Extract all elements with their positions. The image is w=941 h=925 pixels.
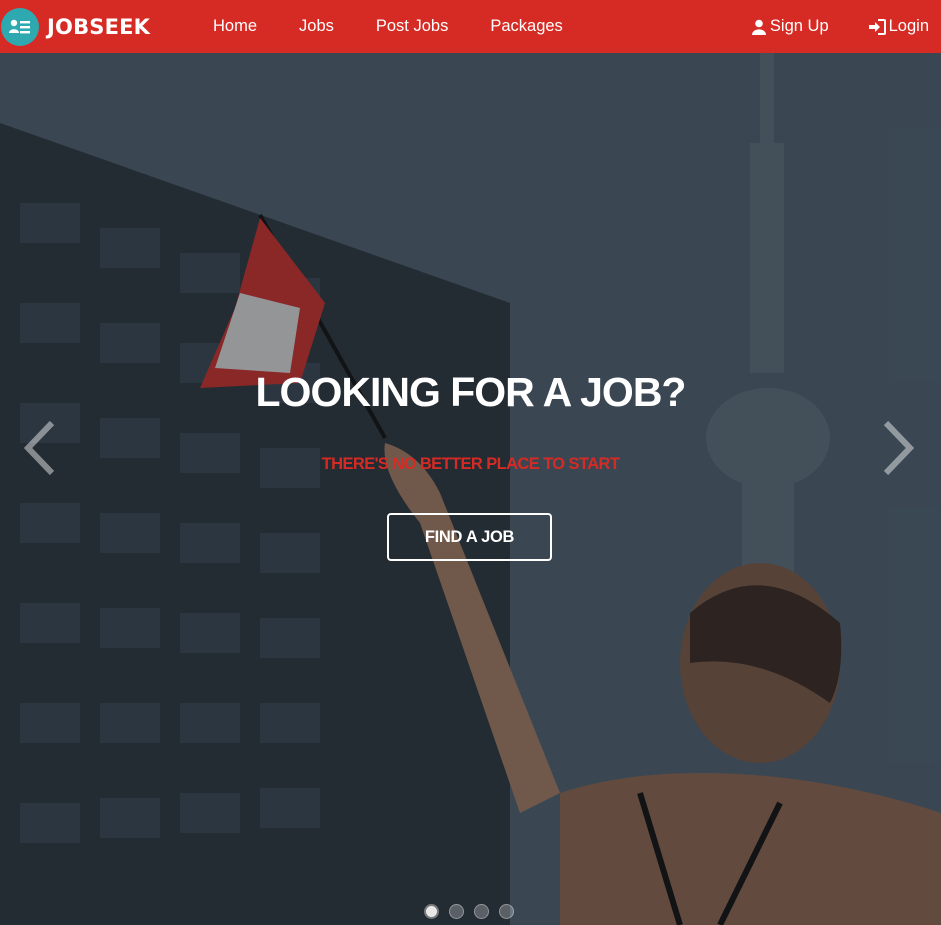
nav-post-jobs[interactable]: Post Jobs <box>376 17 448 36</box>
sign-up-link[interactable]: Sign Up <box>751 17 829 36</box>
carousel-prev-button[interactable] <box>20 419 60 477</box>
find-a-job-button[interactable]: FIND A JOB <box>387 513 552 561</box>
login-icon <box>868 18 886 35</box>
chevron-left-icon <box>23 420 55 476</box>
nav-packages[interactable]: Packages <box>490 17 562 36</box>
hero-title: LOOKING FOR A JOB? <box>255 369 687 415</box>
carousel-indicator-3[interactable] <box>474 904 489 919</box>
sign-up-label: Sign Up <box>769 17 829 35</box>
top-navbar: JOBSEEK Home Jobs Post Jobs Packages Sig… <box>0 0 941 53</box>
user-list-icon <box>1 7 39 46</box>
carousel-indicator-2[interactable] <box>449 904 464 919</box>
carousel-next-button[interactable] <box>878 419 918 477</box>
nav-jobs[interactable]: Jobs <box>299 17 334 36</box>
hero-carousel: LOOKING FOR A JOB? THERE'S NO BETTER PLA… <box>0 53 941 925</box>
brand-logo-link[interactable]: JOBSEEK <box>0 0 150 53</box>
nav-home[interactable]: Home <box>213 17 257 36</box>
login-label: Login <box>888 17 929 35</box>
brand-name: JOBSEEK <box>47 14 151 39</box>
carousel-indicators <box>424 904 524 919</box>
main-nav: Home Jobs Post Jobs Packages <box>213 0 605 53</box>
hero-subtitle: THERE'S NO BETTER PLACE TO START <box>321 455 620 473</box>
hero-dark-overlay <box>0 53 941 925</box>
login-link[interactable]: Login <box>868 17 929 36</box>
carousel-indicator-1[interactable] <box>424 904 439 919</box>
carousel-indicator-4[interactable] <box>499 904 514 919</box>
user-icon <box>751 19 766 35</box>
account-nav: Sign Up Login <box>711 0 929 53</box>
chevron-right-icon <box>883 420 915 476</box>
